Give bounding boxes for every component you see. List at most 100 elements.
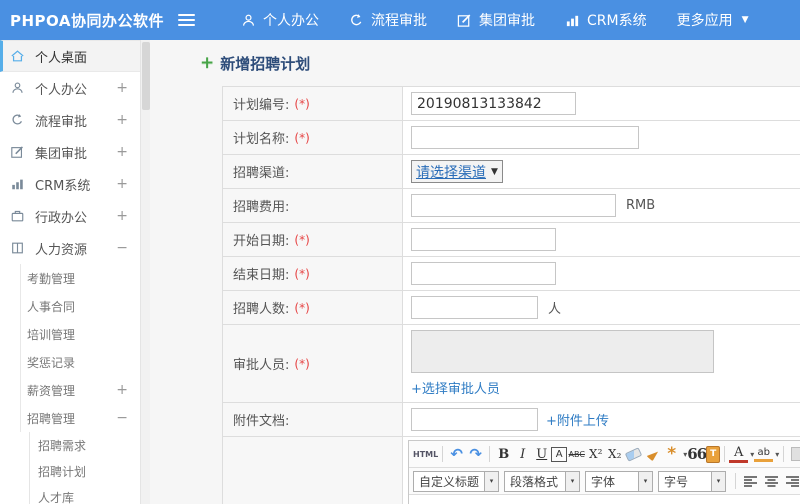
form-row-editor: HTML ↶ ↷ B I U A ABC X² X₂ * ▾ 66 T A ▾ … (223, 437, 800, 504)
underline-button[interactable]: U (532, 444, 551, 465)
end-date-input[interactable] (411, 262, 556, 285)
rich-text-editor: HTML ↶ ↷ B I U A ABC X² X₂ * ▾ 66 T A ▾ … (408, 440, 800, 504)
html-source-button[interactable]: HTML (413, 444, 438, 465)
expand-icon[interactable]: + (116, 112, 128, 128)
field-label: 附件文档: (233, 414, 290, 429)
scrollbar-thumb[interactable] (142, 42, 150, 110)
home-icon (10, 48, 27, 64)
channel-select[interactable]: 请选择渠道 ▼ (411, 160, 503, 183)
caret-down-icon: ▾ (711, 471, 726, 491)
expand-icon[interactable]: + (116, 144, 128, 160)
sidebar-item-group-approval[interactable]: 集团审批 + (0, 136, 140, 168)
sidebar-item-talent-pool[interactable]: 人才库 (30, 484, 140, 504)
form-row-recruit-channel: 招聘渠道: 请选择渠道 ▼ (223, 155, 800, 189)
editor-content-area[interactable] (409, 495, 800, 504)
required-mark: (*) (294, 300, 310, 315)
field-label: 计划名称: (233, 132, 290, 147)
sidebar-item-human-resources[interactable]: 人力资源 − (0, 232, 140, 264)
field-label: 结束日期: (233, 268, 290, 283)
required-mark: (*) (294, 96, 310, 111)
nav-item-workflow-approval[interactable]: 流程审批 (349, 10, 427, 30)
font-border-button[interactable]: A (551, 446, 568, 462)
approvers-textarea[interactable] (411, 330, 714, 373)
edit-icon (457, 13, 472, 28)
chart-icon (565, 13, 580, 28)
highlight-color-button[interactable]: ab (754, 446, 774, 462)
form-row-start-date: 开始日期: (*) (223, 223, 800, 257)
select-approvers-link[interactable]: +选择审批人员 (411, 378, 500, 397)
bold-button[interactable]: B (494, 444, 513, 465)
hamburger-menu-icon[interactable] (178, 11, 198, 29)
font-color-button[interactable]: A (729, 445, 749, 463)
font-family-select[interactable]: 字体 ▾ (585, 470, 654, 492)
custom-title-select[interactable]: 自定义标题 ▾ (413, 470, 500, 492)
expand-icon[interactable]: + (116, 382, 128, 398)
attachment-input[interactable] (411, 408, 538, 431)
attachment-upload-link[interactable]: +附件上传 (546, 410, 609, 429)
auto-typeset-icon[interactable]: * (662, 444, 681, 465)
sidebar-scrollbar (140, 40, 150, 504)
plan-name-input[interactable] (411, 126, 639, 149)
font-size-select[interactable]: 字号 ▾ (658, 470, 727, 492)
clear-format-brush-icon[interactable] (643, 444, 662, 465)
sidebar-item-recruit-mgmt[interactable]: 招聘管理 − (21, 404, 140, 432)
nav-item-crm-system[interactable]: CRM系统 (565, 10, 647, 30)
form-row-approvers: 审批人员: (*) +选择审批人员 (223, 325, 800, 403)
top-navbar: PHPOA协同办公软件 个人办公 流程审批 集团审批 CRM系统 更多应用 ▼ (0, 0, 800, 40)
editor-toolbar-row2: 自定义标题 ▾ 段落格式 ▾ 字体 ▾ 字号 ▾ (409, 468, 800, 495)
sidebar-item-personal-office[interactable]: 个人办公 + (0, 72, 140, 104)
sidebar-item-hr-contract[interactable]: 人事合同 (21, 292, 140, 320)
nav-item-personal-office[interactable]: 个人办公 (241, 10, 319, 30)
recruit-cost-input[interactable] (411, 194, 616, 217)
nav-item-more-apps[interactable]: 更多应用 ▼ (677, 10, 749, 30)
expand-icon[interactable]: + (116, 176, 128, 192)
caret-down-icon: ▾ (484, 471, 499, 491)
subscript-button[interactable]: X₂ (605, 444, 624, 465)
sidebar-item-training-mgmt[interactable]: 培训管理 (21, 320, 140, 348)
align-left-icon[interactable] (743, 475, 758, 488)
expand-icon[interactable]: + (116, 80, 128, 96)
sidebar-item-personal-desktop[interactable]: 个人桌面 (0, 40, 140, 72)
sidebar-submenu-hr: 考勤管理 人事合同 培训管理 奖惩记录 薪资管理 + 招聘管理 − (20, 264, 140, 432)
plus-icon: + (200, 53, 215, 73)
field-label: 招聘人数: (233, 302, 290, 317)
sidebar-item-attendance-mgmt[interactable]: 考勤管理 (21, 264, 140, 292)
user-icon (10, 80, 27, 96)
undo-icon[interactable]: ↶ (447, 444, 466, 465)
sidebar-item-admin-office[interactable]: 行政办公 + (0, 200, 140, 232)
required-mark: (*) (294, 356, 310, 371)
paste-icon[interactable]: T (706, 445, 721, 463)
align-center-icon[interactable] (764, 475, 779, 488)
caret-down-icon[interactable]: ▾ (775, 450, 779, 459)
collapse-icon[interactable]: − (116, 410, 128, 426)
sidebar-item-recruit-plan[interactable]: 招聘计划 (30, 458, 140, 484)
form-row-recruit-cost: 招聘费用: RMB (223, 189, 800, 223)
paragraph-format-select[interactable]: 段落格式 ▾ (504, 470, 581, 492)
form-row-end-date: 结束日期: (*) (223, 257, 800, 291)
redo-icon[interactable]: ↷ (466, 444, 485, 465)
blockquote-button[interactable]: 66 (687, 444, 707, 465)
sidebar-item-recruit-demand[interactable]: 招聘需求 (30, 432, 140, 458)
sidebar-item-crm-system[interactable]: CRM系统 + (0, 168, 140, 200)
eraser-icon[interactable] (624, 444, 643, 465)
nav-item-group-approval[interactable]: 集团审批 (457, 10, 535, 30)
strikethrough-button[interactable]: ABC (567, 444, 586, 465)
start-date-input[interactable] (411, 228, 556, 251)
sidebar-item-workflow-approval[interactable]: 流程审批 + (0, 104, 140, 136)
align-right-icon[interactable] (785, 475, 800, 488)
plan-number-input[interactable] (411, 92, 576, 115)
sidebar-item-reward-punishment[interactable]: 奖惩记录 (21, 348, 140, 376)
clipped-toolbar-icon[interactable] (788, 444, 800, 465)
collapse-icon[interactable]: − (116, 240, 128, 256)
form-row-attachment: 附件文档: +附件上传 (223, 403, 800, 437)
superscript-button[interactable]: X² (586, 444, 605, 465)
sidebar-item-salary-mgmt[interactable]: 薪资管理 + (21, 376, 140, 404)
italic-button[interactable]: I (513, 444, 532, 465)
book-icon (10, 240, 27, 256)
sidebar-submenu-recruit: 招聘需求 招聘计划 人才库 (29, 432, 140, 504)
recruit-count-input[interactable] (411, 296, 538, 319)
caret-down-icon: ▾ (638, 471, 653, 491)
caret-down-icon: ▼ (741, 15, 749, 25)
form-row-plan-number: 计划编号: (*) (223, 87, 800, 121)
expand-icon[interactable]: + (116, 208, 128, 224)
